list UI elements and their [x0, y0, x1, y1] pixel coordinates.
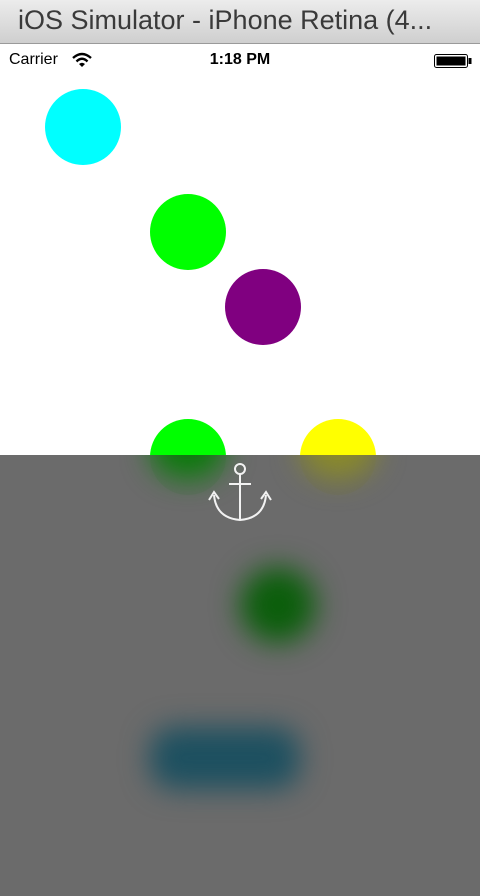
green-circle-top[interactable]	[150, 194, 226, 270]
blurred-green-circle	[240, 567, 316, 643]
cyan-circle[interactable]	[45, 89, 121, 165]
status-time: 1:18 PM	[209, 51, 271, 68]
purple-circle[interactable]	[225, 269, 301, 345]
window-title: iOS Simulator - iPhone Retina (4...	[18, 5, 433, 35]
blurred-teal-bar	[150, 727, 300, 789]
blurred-yellow-shape	[300, 455, 376, 479]
anchor-icon[interactable]	[208, 462, 272, 526]
status-bar: Carrier 1:18 PM	[0, 44, 480, 76]
simulator-title-bar: iOS Simulator - iPhone Retina (4...	[0, 0, 480, 44]
battery-icon	[434, 54, 472, 68]
